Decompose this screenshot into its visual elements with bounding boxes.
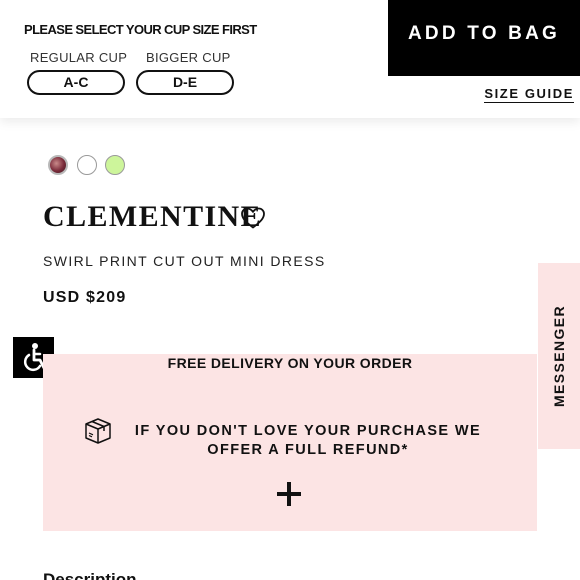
delivery-info-panel: FREE DELIVERY ON YOUR ORDER IF YOU DON'T… [43, 354, 537, 531]
size-guide-link[interactable]: SIZE GUIDE [484, 86, 574, 103]
product-price: USD $209 [43, 289, 127, 306]
cup-d-e-button[interactable]: D-E [136, 70, 234, 95]
cup-size-prompt: PLEASE SELECT YOUR CUP SIZE FIRST [24, 22, 257, 37]
description-heading[interactable]: Description [43, 570, 137, 580]
swatch-white[interactable] [77, 155, 97, 175]
cup-a-c-button[interactable]: A-C [27, 70, 125, 95]
bigger-cup-label: BIGGER CUP [146, 50, 231, 65]
refund-text: IF YOU DON'T LOVE YOUR PURCHASE WE OFFER… [134, 423, 482, 458]
messenger-label: MESSENGER [551, 304, 567, 408]
delivery-title: FREE DELIVERY ON YOUR ORDER [167, 355, 413, 371]
regular-cup-label: REGULAR CUP [30, 50, 128, 65]
swatch-swirl-print[interactable] [48, 155, 68, 175]
messenger-tab[interactable]: MESSENGER [538, 263, 580, 449]
plus-icon[interactable] [277, 482, 301, 506]
box-icon [85, 418, 111, 444]
cup-size-bar: PLEASE SELECT YOUR CUP SIZE FIRST REGULA… [0, 0, 580, 118]
swatch-lime[interactable] [105, 155, 125, 175]
product-title: CLEMENTINE [43, 200, 263, 233]
heart-icon[interactable] [240, 206, 266, 230]
add-to-bag-button[interactable]: ADD TO BAG [388, 0, 580, 76]
product-subtitle: SWIRL PRINT CUT OUT MINI DRESS [43, 253, 326, 269]
